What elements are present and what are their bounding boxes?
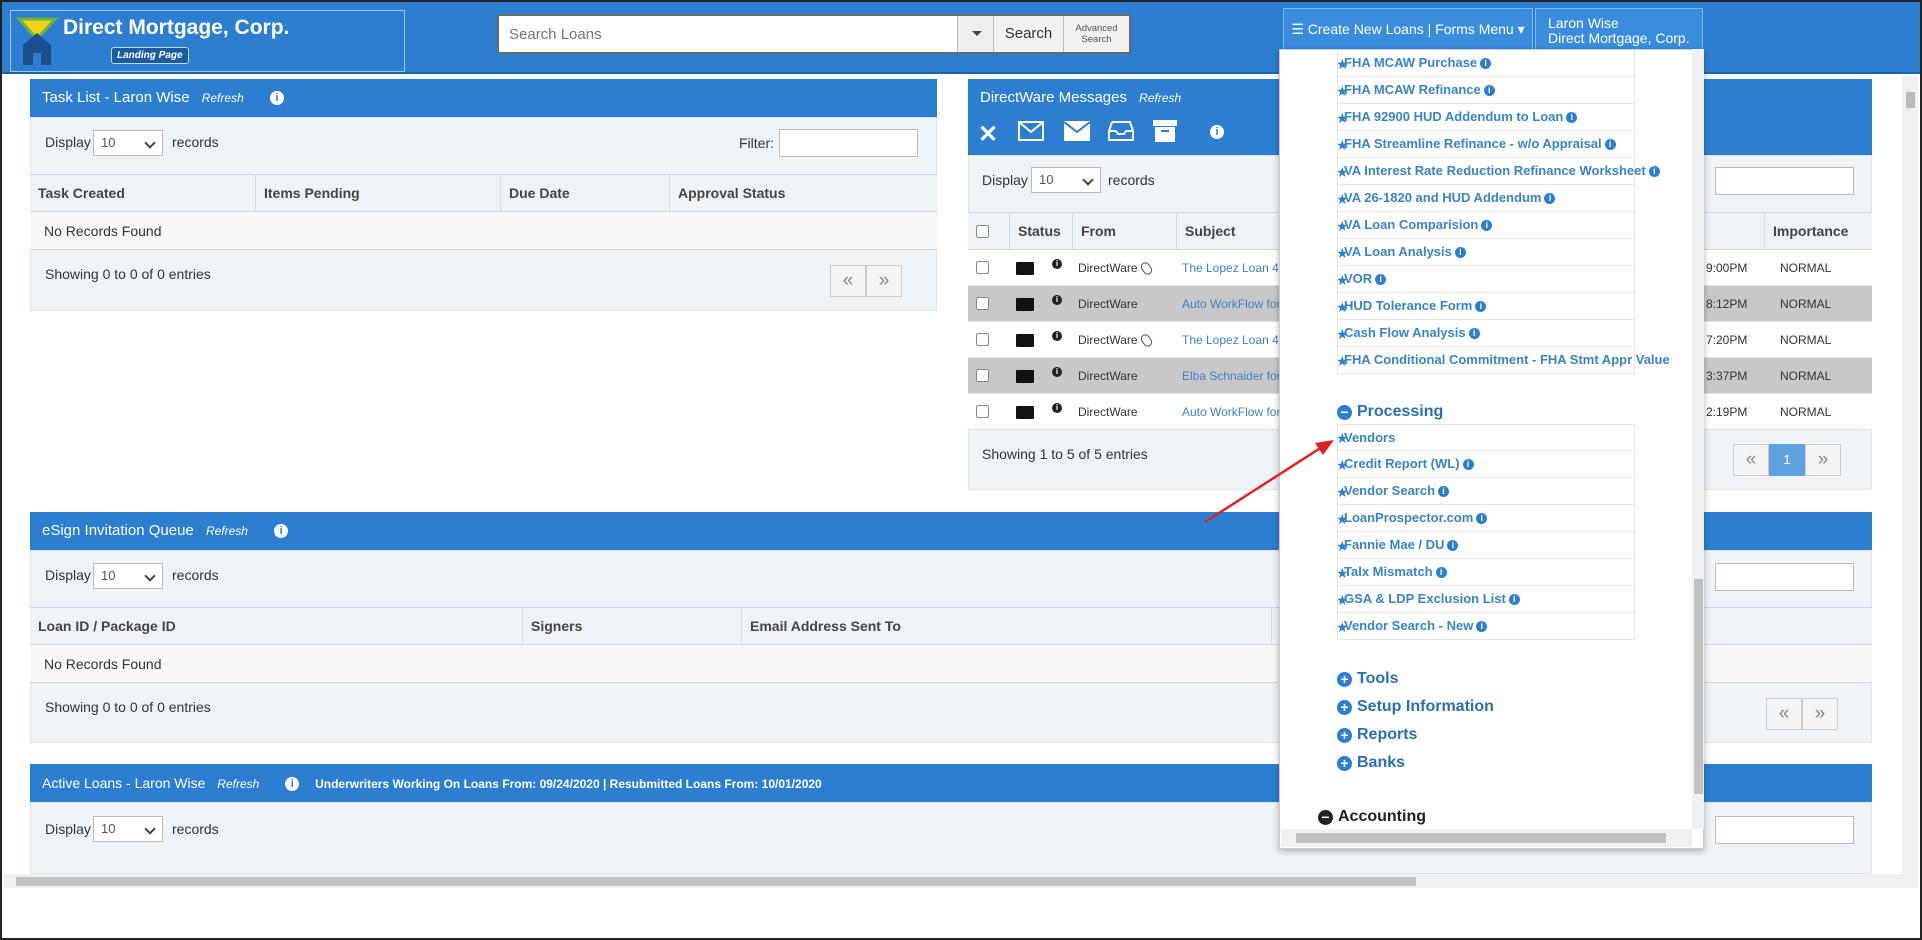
annotation-arrow-icon <box>1204 440 1334 524</box>
